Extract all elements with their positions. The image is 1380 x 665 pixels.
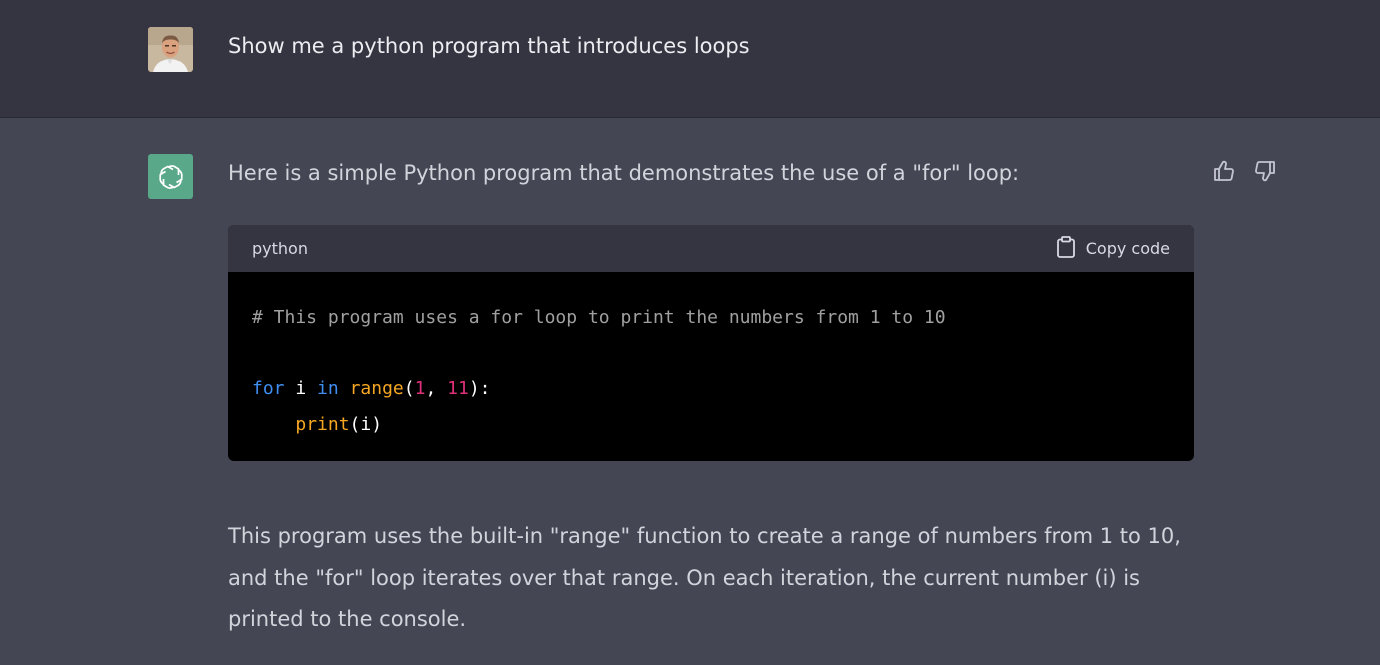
code-block: python Copy code # This program uses a f… (228, 225, 1194, 461)
user-avatar (148, 27, 193, 72)
user-message-text: Show me a python program that introduces… (228, 34, 750, 58)
thumbs-up-icon[interactable] (1211, 158, 1237, 184)
code-language-label: python (252, 239, 308, 258)
openai-logo-icon (148, 154, 193, 199)
code-line-print: print(i) (252, 407, 1170, 443)
code-punct: ): (468, 378, 491, 399)
code-punct: ( (403, 378, 415, 399)
copy-code-label: Copy code (1085, 239, 1170, 258)
user-message-row: Show me a python program that introduces… (0, 0, 1380, 118)
code-number: 11 (447, 378, 469, 399)
code-keyword-in: in (317, 378, 339, 399)
code-line-comment: # This program uses a for loop to print … (252, 300, 1170, 336)
code-var: i (284, 378, 318, 399)
clipboard-icon (1056, 235, 1076, 262)
code-function-range: range (349, 378, 404, 399)
code-number: 1 (414, 378, 426, 399)
code-content: # This program uses a for loop to print … (228, 272, 1194, 442)
copy-code-button[interactable]: Copy code (1056, 235, 1170, 262)
code-block-header: python Copy code (228, 225, 1194, 272)
thumbs-down-icon[interactable] (1252, 158, 1278, 184)
assistant-explanation-text: This program uses the built-in "range" f… (228, 524, 1181, 631)
code-keyword-for: for (252, 378, 285, 399)
code-args: (i) (349, 413, 383, 435)
code-punct: , (425, 378, 448, 399)
code-comment: # This program uses a for loop to print … (252, 307, 946, 328)
assistant-message-row: Here is a simple Python program that dem… (0, 118, 1380, 665)
code-function-print: print (295, 413, 350, 435)
code-line-for: for i in range(1, 11): (252, 371, 1170, 407)
assistant-intro-text: Here is a simple Python program that dem… (228, 161, 1020, 185)
